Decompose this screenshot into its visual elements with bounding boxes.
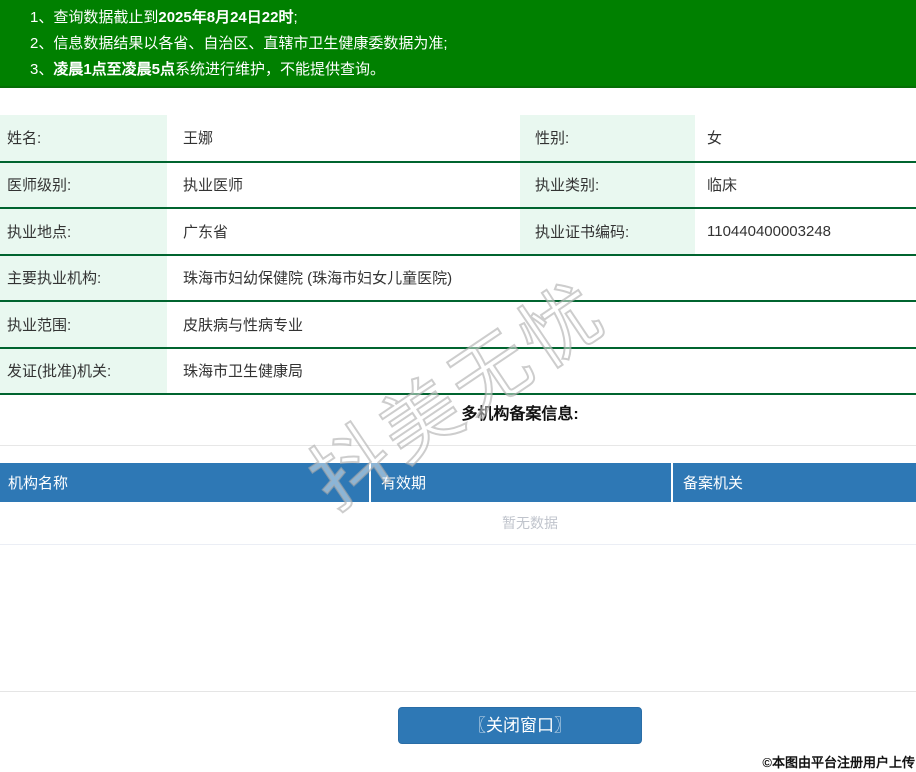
multi-institution-section-title: 多机构备案信息: bbox=[461, 406, 579, 423]
filing-table-header-row: 机构名称 有效期 备案机关 bbox=[0, 463, 916, 502]
field-label-issuing-authority: 发证(批准)机关: bbox=[0, 347, 167, 395]
filing-table: 机构名称 有效期 备案机关 暂无数据 bbox=[0, 463, 916, 545]
field-label-practice-category: 执业类别: bbox=[520, 161, 695, 209]
info-row-level-category: 医师级别: 执业医师 执业类别: 临床 bbox=[0, 161, 916, 209]
field-label-doctor-level: 医师级别: bbox=[0, 161, 167, 209]
field-label-name: 姓名: bbox=[0, 115, 167, 163]
section-divider bbox=[0, 445, 916, 446]
filing-header-institution-name: 机构名称 bbox=[0, 463, 371, 502]
notice-banner: 1、查询数据截止到2025年8月24日22时; 2、信息数据结果以各省、自治区、… bbox=[0, 0, 916, 88]
field-value-main-institution: 珠海市妇幼保健院 (珠海市妇女儿童医院) bbox=[167, 254, 916, 302]
blank-space bbox=[0, 545, 916, 691]
notice-line-2: 2、信息数据结果以各省、自治区、直辖市卫生健康委数据为准; bbox=[30, 31, 916, 57]
notice-line-3: 3、凌晨1点至凌晨5点系统进行维护，不能提供查询。 bbox=[30, 57, 916, 83]
notice-text: 信息数据结果以各省、自治区、直辖市卫生健康委数据为准; bbox=[53, 35, 448, 52]
field-value-doctor-level: 执业医师 bbox=[167, 161, 520, 209]
notice-text: 系统进行维护，不能提供查询。 bbox=[175, 61, 386, 78]
notice-line-1: 1、查询数据截止到2025年8月24日22时; bbox=[30, 5, 916, 31]
footer-divider bbox=[0, 690, 916, 692]
info-row-location-certificate: 执业地点: 广东省 执业证书编码: 110440400003248 bbox=[0, 208, 916, 256]
notice-bold-text: 凌晨1点至凌晨5点 bbox=[53, 61, 176, 78]
query-result-page: 1、查询数据截止到2025年8月24日22时; 2、信息数据结果以各省、自治区、… bbox=[0, 0, 916, 744]
close-window-button[interactable]: 〖关闭窗口〗 bbox=[398, 706, 642, 744]
field-value-practice-location: 广东省 bbox=[167, 208, 520, 256]
filing-header-filing-authority: 备案机关 bbox=[672, 463, 916, 502]
field-value-issuing-authority: 珠海市卫生健康局 bbox=[167, 347, 916, 395]
empty-state-text: 暂无数据 bbox=[502, 514, 558, 531]
notice-number: 2、 bbox=[30, 35, 54, 52]
info-row-main-institution: 主要执业机构: 珠海市妇幼保健院 (珠海市妇女儿童医院) bbox=[0, 254, 916, 302]
field-value-practice-category: 临床 bbox=[695, 161, 916, 209]
field-value-certificate-number: 110440400003248 bbox=[695, 208, 916, 256]
notice-text: ; bbox=[293, 9, 298, 26]
field-label-practice-scope: 执业范围: bbox=[0, 301, 167, 349]
info-row-name-gender: 姓名: 王娜 性别: 女 bbox=[0, 115, 916, 163]
field-label-certificate-number: 执业证书编码: bbox=[520, 208, 695, 256]
filing-table-empty-row: 暂无数据 bbox=[0, 502, 916, 545]
footer-button-row: 〖关闭窗口〗 bbox=[0, 706, 916, 744]
notice-bold-text: 2025年8月24日22时 bbox=[158, 9, 294, 26]
notice-number: 3、 bbox=[30, 61, 54, 78]
info-row-issuing-authority: 发证(批准)机关: 珠海市卫生健康局 bbox=[0, 347, 916, 395]
notice-number: 1、 bbox=[30, 9, 54, 26]
empty-state: 暂无数据 bbox=[0, 502, 916, 545]
field-label-practice-location: 执业地点: bbox=[0, 208, 167, 256]
notice-text: 查询数据截止到 bbox=[53, 9, 159, 26]
field-label-gender: 性别: bbox=[520, 115, 695, 163]
practitioner-info-table: 姓名: 王娜 性别: 女 医师级别: 执业医师 执业类别: 临床 执业地点: 广… bbox=[0, 115, 916, 395]
field-value-gender: 女 bbox=[695, 115, 916, 163]
info-row-practice-scope: 执业范围: 皮肤病与性病专业 bbox=[0, 301, 916, 349]
filing-header-validity-period: 有效期 bbox=[370, 463, 673, 502]
field-value-name: 王娜 bbox=[167, 115, 520, 163]
photo-credit-stamp: ©本图由平台注册用户上传 bbox=[762, 755, 915, 770]
field-label-main-institution: 主要执业机构: bbox=[0, 254, 167, 302]
field-value-practice-scope: 皮肤病与性病专业 bbox=[167, 301, 916, 349]
